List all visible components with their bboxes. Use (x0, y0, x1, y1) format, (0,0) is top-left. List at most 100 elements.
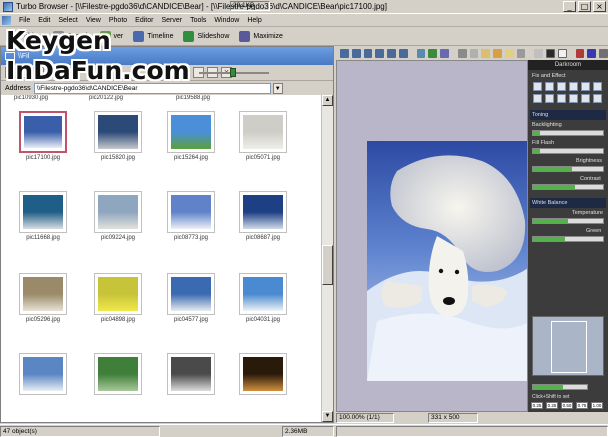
search-button[interactable]: Search (53, 30, 90, 42)
thumbnail-item[interactable]: pic15264.jpg (161, 105, 221, 163)
rotate-left-icon[interactable] (416, 48, 426, 58)
temperature-slider[interactable] (532, 218, 604, 224)
scroll-up-icon[interactable]: ▲ (322, 95, 333, 106)
thumbnail-item[interactable]: pic08773.jpg (161, 185, 221, 243)
emboss-icon[interactable] (593, 82, 602, 91)
info-icon[interactable] (557, 48, 567, 58)
mosaic-icon[interactable] (569, 94, 578, 103)
thumbnail-item[interactable]: pic08687.jpg (233, 185, 293, 243)
last-icon[interactable] (398, 48, 408, 58)
fill-flash-slider[interactable] (532, 148, 604, 154)
thumbnail-item[interactable]: pic09224.jpg (88, 185, 148, 243)
auto-contrast-icon[interactable] (545, 82, 554, 91)
thumbnail-item[interactable]: pic05071.jpg (233, 105, 293, 163)
histogram-icon[interactable] (587, 48, 597, 58)
thumbnail-item[interactable]: pic04577.jpg (161, 267, 221, 325)
value-cell[interactable]: 1.00 (591, 402, 603, 409)
blur-icon[interactable] (569, 82, 578, 91)
color-icon[interactable] (575, 48, 585, 58)
first-icon[interactable] (387, 48, 396, 58)
settings-icon[interactable] (599, 48, 608, 58)
filter-button[interactable] (47, 67, 58, 78)
menu-editor[interactable]: Editor (131, 17, 157, 24)
viewer-button[interactable]: ver (99, 30, 123, 42)
thumbnail-item[interactable] (161, 347, 221, 405)
forward-icon[interactable] (351, 48, 361, 58)
oil-paint-icon[interactable] (593, 94, 602, 103)
rotate-right-icon[interactable] (428, 48, 437, 58)
menu-tools[interactable]: Tools (186, 17, 210, 24)
scrollbar-thumb[interactable] (322, 245, 333, 285)
sepia-icon[interactable] (545, 94, 554, 103)
rotate-button[interactable] (61, 67, 72, 78)
thumbnail-item[interactable]: pic04031.jpg (233, 267, 293, 325)
menu-view[interactable]: View (82, 17, 105, 24)
value-cell[interactable]: 0.75 (576, 402, 588, 409)
value-cell[interactable]: 0.25 (531, 402, 543, 409)
address-bar: Address \\Filestre-pgdo36\d\CANDICE\Bear… (1, 81, 333, 95)
hand-icon[interactable] (493, 48, 502, 58)
menu-server[interactable]: Server (157, 17, 186, 24)
menu-window[interactable]: Window (210, 17, 243, 24)
thumbnail-size-slider[interactable] (230, 68, 236, 77)
slideshow-button[interactable]: Slideshow (183, 30, 229, 42)
timeline-button[interactable]: Timeline (133, 30, 173, 42)
chevron-down-icon[interactable]: ▼ (272, 82, 283, 94)
redeye-icon[interactable] (516, 48, 526, 58)
thumbnail-item[interactable]: pic04898.jpg (88, 267, 148, 325)
sharpen-icon[interactable] (557, 82, 566, 91)
value-cell[interactable]: 0.50 (561, 402, 573, 409)
grayscale-icon[interactable] (533, 94, 542, 103)
value-cell[interactable]: 0.25 (546, 402, 558, 409)
negative-icon[interactable] (557, 94, 566, 103)
zoom-icon[interactable] (481, 48, 490, 58)
pencil-icon[interactable] (504, 48, 514, 58)
green-label: Green (586, 228, 602, 234)
preview-frame[interactable] (551, 321, 587, 373)
down-icon[interactable] (375, 48, 384, 58)
restore-button[interactable]: □ (578, 1, 591, 12)
view-mode-button[interactable] (19, 67, 30, 78)
folders-button[interactable]: Folders (6, 30, 43, 42)
sort-button[interactable] (33, 67, 44, 78)
menu-file[interactable]: File (15, 17, 34, 24)
fit-icon[interactable] (457, 48, 467, 58)
menu-help[interactable]: Help (243, 17, 265, 24)
auto-level-icon[interactable] (533, 82, 542, 91)
thumbnail-item[interactable] (88, 347, 148, 405)
brightness-slider[interactable] (532, 166, 604, 172)
viewer-status-bar: 100.00% (1/1) 331 x 500 29.1KB (230, 1, 528, 424)
green-slider[interactable] (532, 236, 604, 242)
darkroom-icon[interactable] (546, 48, 555, 58)
thumbnail-image (98, 357, 138, 391)
maximize-view-button[interactable]: Maximize (239, 30, 283, 42)
menu-edit[interactable]: Edit (34, 17, 54, 24)
crop-icon[interactable] (469, 48, 479, 58)
noise-icon[interactable] (581, 82, 590, 91)
edge-icon[interactable] (581, 94, 590, 103)
contrast-slider[interactable] (532, 184, 604, 190)
minimize-button[interactable]: _ (563, 1, 576, 12)
thumbnail-image (23, 195, 63, 229)
preview-zoom-slider[interactable] (532, 384, 588, 390)
menu-photo[interactable]: Photo (105, 17, 131, 24)
thumbnail-item[interactable]: pic11668.jpg (13, 185, 73, 243)
close-button[interactable]: × (593, 1, 606, 12)
thumbnail-item[interactable]: pic17100.jpg (13, 105, 73, 163)
scroll-down-icon[interactable]: ▼ (322, 411, 333, 422)
back-icon[interactable] (340, 48, 349, 58)
text-icon[interactable] (534, 48, 543, 58)
thumbnail-item[interactable] (233, 347, 293, 405)
thumbnail-item[interactable]: pic05296.jpg (13, 267, 73, 325)
thumbnail-item[interactable] (13, 347, 73, 405)
address-input[interactable]: \\Filestre-pgdo36\d\CANDICE\Bear (33, 82, 271, 94)
vertical-scrollbar[interactable]: ▲ ▼ (321, 95, 333, 422)
navigator-preview[interactable] (532, 316, 604, 376)
up-icon[interactable] (363, 48, 373, 58)
new-folder-button[interactable] (5, 67, 16, 78)
backlighting-slider[interactable] (532, 130, 604, 136)
image-viewer[interactable] (336, 60, 528, 412)
flip-icon[interactable] (440, 48, 449, 58)
thumbnail-item[interactable]: pic15820.jpg (88, 105, 148, 163)
menu-select[interactable]: Select (54, 17, 81, 24)
